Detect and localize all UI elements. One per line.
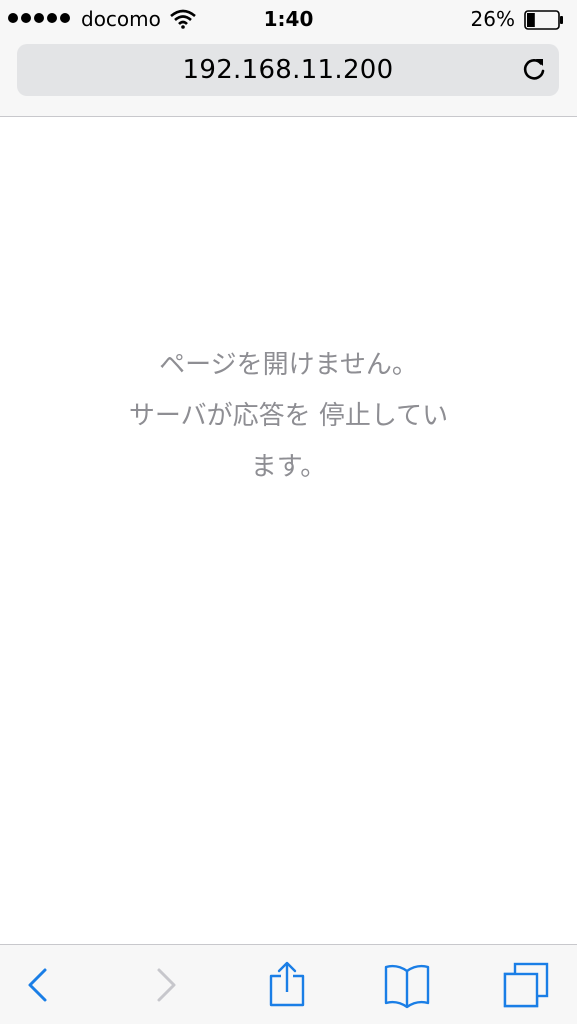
bookmarks-button[interactable] [383,961,431,1009]
tabs-button[interactable] [502,961,550,1009]
chevron-right-icon [157,968,176,1002]
chevron-left-icon [28,968,47,1002]
url-text[interactable]: 192.168.11.200 [17,55,559,85]
battery-icon [524,10,563,30]
error-line-3: ます。 [250,452,327,482]
forward-button[interactable] [141,961,189,1009]
tabs-icon [503,962,549,1008]
error-line-1: ページを開けません。 [159,350,418,380]
safari-screen: docomo 1:40 26% 192.168.11.200 ページを開けません… [0,0,577,1024]
error-line-2: サーバが応答を 停止してい [128,401,449,431]
share-button[interactable] [263,961,311,1009]
book-icon [384,964,430,1009]
back-button[interactable] [15,961,63,1009]
share-icon [269,961,305,1007]
address-bar[interactable]: 192.168.11.200 [17,44,559,96]
bottom-toolbar [0,944,577,1024]
error-message: ページを開けません。 サーバが応答を 停止してい ます。 [90,340,487,493]
battery-percent: 26% [470,7,515,31]
reload-icon[interactable] [519,55,549,85]
status-bar: docomo 1:40 26% [0,0,577,38]
top-chrome: docomo 1:40 26% 192.168.11.200 [0,0,577,117]
